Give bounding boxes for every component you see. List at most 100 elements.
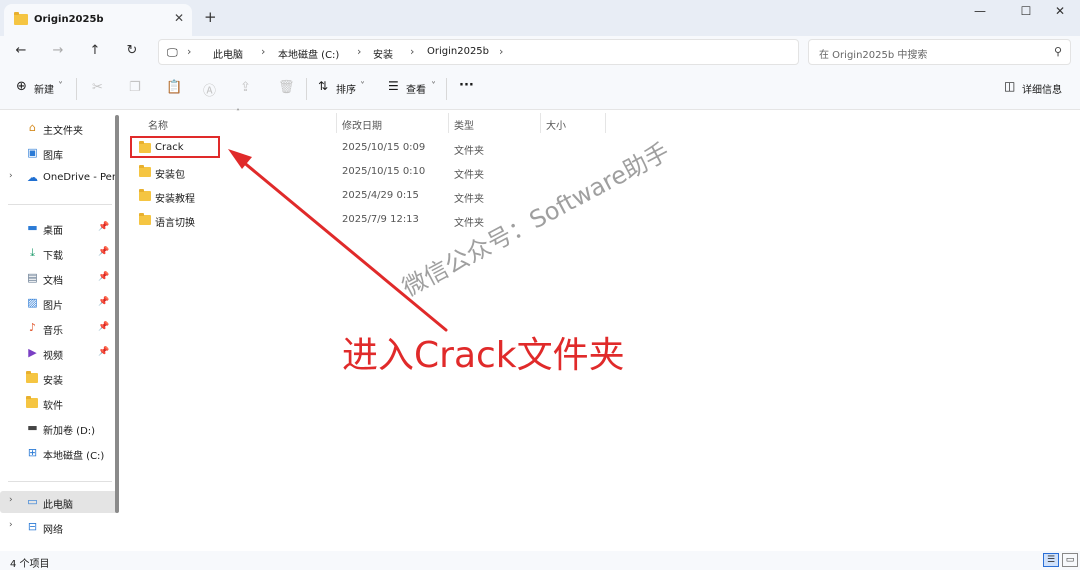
sidebar-item-software[interactable]: 软件 — [0, 392, 118, 414]
sidebar-item-pictures[interactable]: ▨ 图片 📌 — [0, 292, 118, 314]
folder-icon — [26, 396, 39, 409]
up-button[interactable]: ↑ — [85, 41, 105, 61]
pin-icon: 📌 — [98, 347, 110, 357]
search-input[interactable]: 在 Origin2025b 中搜索 — [819, 46, 927, 61]
sidebar-item-onedrive[interactable]: › ☁ OneDrive - Per — [0, 167, 118, 189]
delete-icon[interactable]: 🗑 — [278, 80, 295, 95]
paste-icon[interactable]: 📋 — [166, 80, 182, 95]
file-modified: 2025/10/15 0:09 — [342, 142, 426, 153]
folder-icon — [139, 165, 151, 177]
sidebar-item-label: 本地磁盘 (C:) — [43, 451, 105, 462]
sidebar-item-desktop[interactable]: ▬ 桌面 📌 — [0, 217, 118, 239]
toolbar-divider — [306, 78, 307, 100]
navigation-pane: ⌂ 主文件夹 ▣ 图库 › ☁ OneDrive - Per ▬ 桌面 📌 ⤓ … — [0, 111, 120, 551]
chevron-right-icon[interactable]: › — [9, 495, 13, 505]
sidebar-item-drive-d[interactable]: ▬ 新加卷 (D:) — [0, 417, 118, 439]
sidebar-item-network[interactable]: › ⊟ 网络 — [0, 516, 118, 538]
toolbar-divider — [76, 78, 77, 100]
folder-icon — [139, 213, 151, 225]
column-divider[interactable] — [336, 113, 337, 133]
pin-icon: 📌 — [98, 222, 110, 232]
breadcrumb-origin2025b[interactable]: Origin2025b — [427, 46, 489, 57]
title-bar: Origin2025b ✕ + — ☐ ✕ — [0, 0, 1080, 36]
tiles-view-icon[interactable]: ▭ — [1062, 553, 1078, 567]
sidebar-item-label: 下载 — [43, 251, 63, 262]
sidebar-scrollbar[interactable] — [115, 115, 119, 513]
chevron-down-icon: ˅ — [58, 81, 63, 92]
chevron-right-icon[interactable]: › — [9, 171, 13, 181]
sidebar-item-label: 视频 — [43, 351, 63, 362]
new-button[interactable]: 新建 — [34, 81, 54, 96]
chevron-down-icon: ˅ — [360, 81, 365, 92]
computer-icon: 🖵 — [167, 46, 178, 59]
chevron-right-icon: › — [410, 45, 415, 58]
sidebar-item-documents[interactable]: ▤ 文档 📌 — [0, 267, 118, 289]
view-icon: ☰ — [388, 79, 399, 93]
download-icon: ⤓ — [30, 246, 35, 259]
column-divider[interactable] — [540, 113, 541, 133]
sidebar-item-music[interactable]: ♪ 音乐 📌 — [0, 317, 118, 339]
breadcrumb-local-disk-c[interactable]: 本地磁盘 (C:) — [278, 46, 339, 61]
document-icon: ▤ — [27, 271, 38, 284]
sidebar-item-home[interactable]: ⌂ 主文件夹 — [0, 117, 118, 139]
sidebar-item-label: 文档 — [43, 276, 63, 287]
column-header-name[interactable]: 名称 — [148, 117, 168, 132]
column-divider[interactable] — [448, 113, 449, 133]
copy-icon[interactable]: ❐ — [129, 80, 141, 95]
sidebar-item-install[interactable]: 安装 — [0, 367, 118, 389]
sidebar-item-videos[interactable]: ▶ 视频 📌 — [0, 342, 118, 364]
column-divider[interactable] — [605, 113, 606, 133]
refresh-button[interactable]: ↻ — [122, 41, 142, 61]
view-button[interactable]: 查看 — [406, 81, 426, 96]
sidebar-item-drive-c[interactable]: ⊞ 本地磁盘 (C:) — [0, 442, 118, 464]
sidebar-item-label: 安装 — [43, 376, 63, 387]
sort-button[interactable]: 排序 — [336, 81, 356, 96]
search-box[interactable]: 在 Origin2025b 中搜索 ⚲ — [808, 39, 1071, 65]
item-count: 4 个项目 — [10, 559, 50, 570]
file-row[interactable]: 语言切换 2025/7/9 12:13 文件夹 — [130, 209, 1070, 231]
command-toolbar: ⊕ 新建 ˅ ✂ ❐ 📋 Ⓐ ⇪ 🗑 ⇅ 排序 ˅ ☰ 查看 ˅ ··· ◫ 详… — [0, 68, 1080, 110]
minimize-button[interactable]: — — [960, 4, 1000, 24]
sidebar-item-label: 桌面 — [43, 226, 63, 237]
back-button[interactable]: ← — [11, 41, 31, 61]
file-name: 安装教程 — [155, 194, 195, 205]
address-bar[interactable]: 🖵 › 此电脑 › 本地磁盘 (C:) › 安装 › Origin2025b › — [158, 39, 799, 65]
sidebar-item-gallery[interactable]: ▣ 图库 — [0, 142, 118, 164]
desktop-icon: ▬ — [27, 221, 38, 234]
share-icon[interactable]: ⇪ — [240, 80, 251, 95]
tab-close-icon[interactable]: ✕ — [174, 11, 184, 25]
network-icon: ⊟ — [27, 520, 38, 533]
chevron-right-icon: › — [261, 45, 266, 58]
file-name: 语言切换 — [155, 218, 195, 229]
breadcrumb-install[interactable]: 安装 — [373, 46, 393, 61]
chevron-right-icon: › — [499, 45, 504, 58]
file-row[interactable]: Crack 2025/10/15 0:09 文件夹 — [130, 137, 1070, 159]
file-type: 文件夹 — [454, 170, 484, 181]
sidebar-item-downloads[interactable]: ⤓ 下载 📌 — [0, 242, 118, 264]
sidebar-item-this-pc[interactable]: › ▭ 此电脑 — [0, 491, 118, 513]
drive-icon: ▬ — [27, 421, 38, 434]
rename-icon[interactable]: Ⓐ — [203, 80, 216, 99]
details-pane-icon: ◫ — [1004, 79, 1016, 93]
breadcrumb-this-pc[interactable]: 此电脑 — [213, 46, 243, 61]
file-type: 文件夹 — [454, 194, 484, 205]
forward-button[interactable]: → — [48, 41, 68, 61]
music-icon: ♪ — [28, 321, 37, 334]
video-icon: ▶ — [28, 346, 37, 359]
close-window-button[interactable]: ✕ — [1040, 4, 1080, 24]
file-name: 安装包 — [155, 170, 185, 181]
chevron-right-icon[interactable]: › — [9, 520, 13, 530]
details-button[interactable]: 详细信息 — [1022, 81, 1062, 96]
cut-icon[interactable]: ✂ — [92, 80, 103, 95]
sidebar-divider — [8, 481, 112, 482]
status-bar: 4 个项目 ☰ ▭ — [0, 551, 1080, 570]
file-modified: 2025/7/9 12:13 — [342, 214, 419, 225]
column-header-modified[interactable]: 修改日期 — [342, 117, 382, 132]
column-header-size[interactable]: 大小 — [546, 117, 566, 132]
home-icon: ⌂ — [29, 121, 36, 134]
column-header-type[interactable]: 类型 — [454, 117, 474, 132]
tab-origin2025b[interactable]: Origin2025b ✕ — [4, 4, 192, 36]
details-view-icon[interactable]: ☰ — [1043, 553, 1059, 567]
more-options-button[interactable]: ··· — [459, 78, 474, 93]
new-tab-button[interactable]: + — [204, 8, 217, 26]
